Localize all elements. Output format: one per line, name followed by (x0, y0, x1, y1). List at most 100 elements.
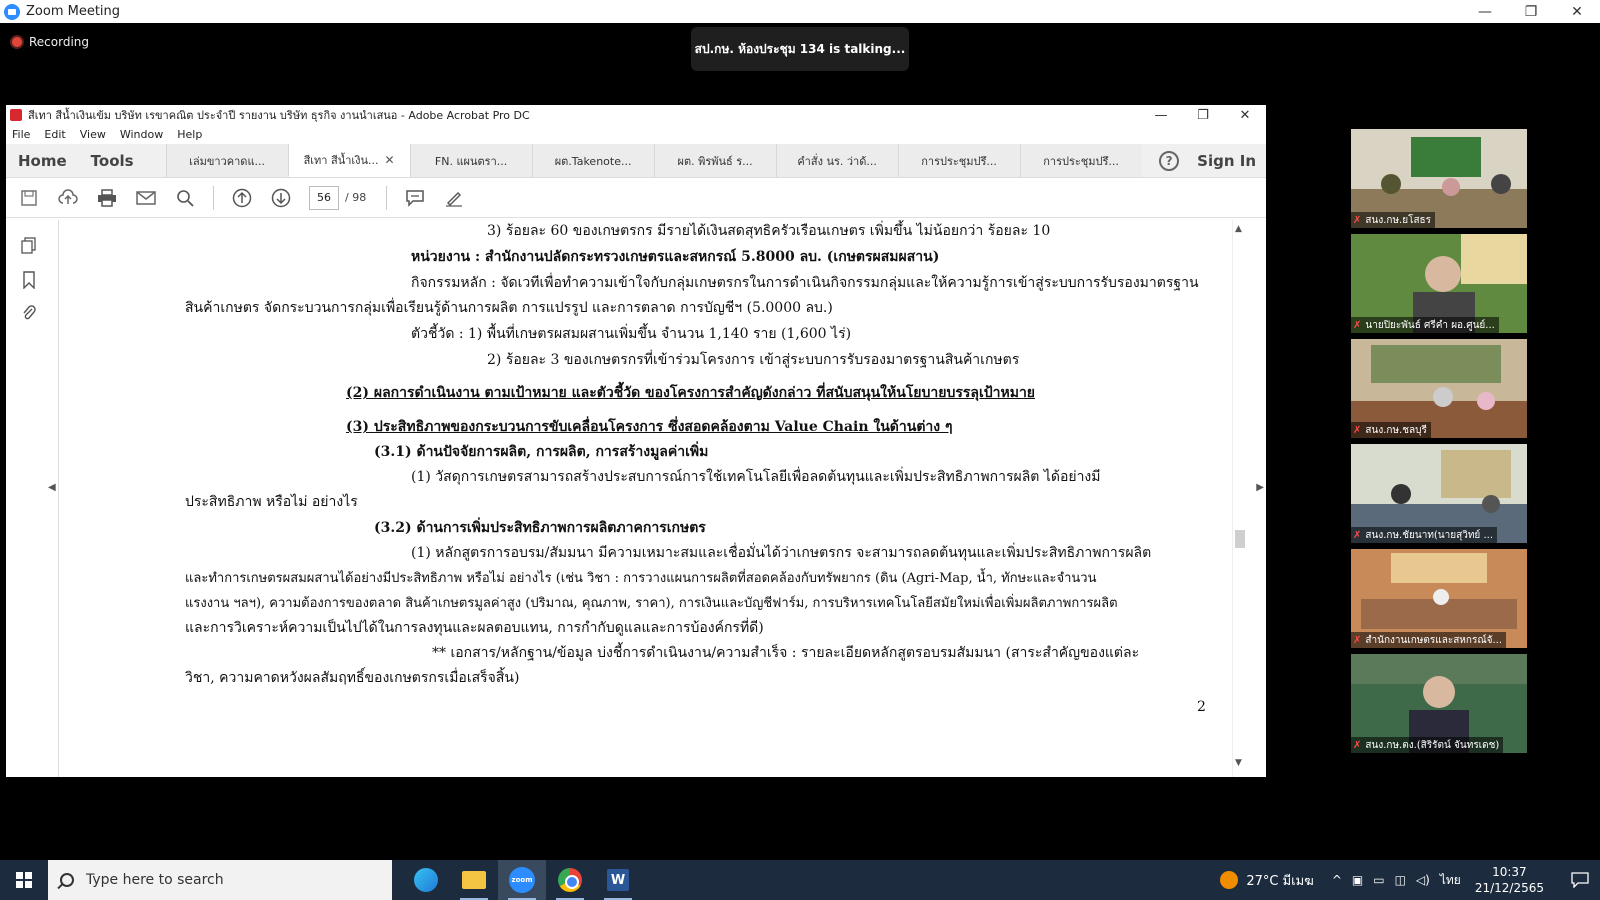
participant-video-tile[interactable]: ✗ สำนักงานเกษตรและสหกรณ์จั... (1351, 549, 1527, 648)
active-speaker-banner: สป.กษ. ห้องประชุม 134 is talking... (691, 27, 909, 71)
page-thumbnails-icon[interactable] (19, 235, 39, 257)
participant-name-label: ✗ สนง.กษ.ยโสธร (1351, 212, 1436, 228)
acrobat-menubar: File Edit View Window Help (6, 125, 1266, 144)
scroll-down-icon[interactable]: ▼ (1235, 758, 1242, 768)
input-language-indicator[interactable]: ไทย (1440, 871, 1461, 890)
participant-video-tile[interactable]: ✗ สนง.กษ.ตง.(สิริรัตน์ จันทรเดช) (1351, 654, 1527, 753)
participant-video-tile[interactable]: ✗ สนง.กษ.ชัยนาท(นายสุวิทย์ ... (1351, 444, 1527, 543)
meet-now-icon[interactable]: ▣ (1352, 873, 1363, 887)
collapse-right-panel-icon[interactable]: ▶ (1256, 482, 1264, 493)
doc-line: กิจกรรมหลัก : จัดเวทีเพื่อทำความเข้าใจกั… (411, 275, 1199, 291)
next-page-icon[interactable] (270, 187, 292, 209)
help-icon[interactable]: ? (1159, 150, 1180, 171)
previous-page-icon[interactable] (231, 187, 253, 209)
participant-video-tile[interactable]: ✗ นายปิยะพันธ์ ศรีคำ ผอ.ศูนย์... (1351, 234, 1527, 333)
doc-line: ** เอกสาร/หลักฐาน/ข้อมูล บ่งชี้การดำเนิน… (432, 645, 1140, 661)
taskbar-search-input[interactable]: Type here to search (48, 860, 392, 900)
pen-sign-icon[interactable] (443, 187, 465, 209)
acrobat-maximize-button[interactable]: ❐ (1182, 105, 1224, 125)
participant-video-tile[interactable]: ✗ สนง.กษ.ชลบุรี (1351, 339, 1527, 438)
zoom-maximize-button[interactable]: ❐ (1508, 0, 1554, 23)
taskbar-clock[interactable]: 10:37 21/12/2565 (1475, 864, 1544, 896)
tab-close-icon[interactable]: ✕ (385, 153, 395, 167)
collapse-left-panel-icon[interactable]: ◀ (48, 482, 56, 493)
taskbar-edge-app[interactable] (402, 860, 450, 900)
zoom-window-controls: — ❐ ✕ (1462, 0, 1600, 23)
taskbar-chrome-app[interactable] (546, 860, 594, 900)
participant-name: สนง.กษ.ตง.(สิริรัตน์ จันทรเดช) (1365, 739, 1500, 751)
print-icon[interactable] (96, 187, 118, 209)
bookmarks-icon[interactable] (19, 269, 39, 291)
upload-cloud-icon[interactable] (57, 187, 79, 209)
zoom-minimize-button[interactable]: — (1462, 0, 1508, 23)
weather-text[interactable]: 27°C มีเมฆ (1246, 870, 1313, 891)
menu-view[interactable]: View (80, 128, 106, 141)
document-tab-active[interactable]: สีเทา สีน้ำเงิน... ✕ (287, 144, 410, 177)
taskbar-explorer-app[interactable] (450, 860, 498, 900)
taskbar-word-app[interactable]: W (594, 860, 642, 900)
comment-icon[interactable] (404, 187, 426, 209)
menu-file[interactable]: File (12, 128, 30, 141)
vertical-scrollbar[interactable]: ▲ ▼ (1232, 220, 1246, 777)
document-tab[interactable]: การประชุมปรึ... (897, 144, 1020, 177)
scroll-up-icon[interactable]: ▲ (1235, 224, 1242, 234)
recording-dot-icon (12, 37, 22, 47)
taskbar-zoom-app[interactable]: zoom (498, 860, 546, 900)
recording-indicator[interactable]: Recording (12, 35, 89, 49)
network-icon[interactable]: ▭ (1373, 873, 1384, 887)
attachments-icon[interactable] (19, 302, 39, 324)
document-tab[interactable]: FN. แผนตรา... (409, 144, 532, 177)
page-number: 2 (1197, 699, 1206, 715)
windows-taskbar: Type here to search zoom W 27°C มีเมฆ ^ … (0, 860, 1600, 900)
document-tab-label: คำสั่ง นร. ว่าด้... (797, 154, 877, 168)
document-tab-label: ผต.Takenote... (554, 154, 632, 168)
acrobat-window-controls: — ❐ ✕ (1140, 105, 1266, 125)
participant-name-label: ✗ นายปิยะพันธ์ ศรีคำ ผอ.ศูนย์... (1351, 317, 1499, 333)
folder-icon (462, 871, 486, 889)
doc-heading: (3) ประสิทธิภาพของกระบวนการขับเคลื่อนโคร… (346, 419, 953, 435)
taskbar-search-placeholder: Type here to search (86, 872, 224, 888)
search-icon[interactable] (174, 187, 196, 209)
menu-edit[interactable]: Edit (44, 128, 65, 141)
acrobat-body: ◀ 3) ร้อยละ 60 ของเกษตรกร มีรายได้เงินสด… (6, 220, 1266, 777)
doc-line: ประสิทธิภาพ หรือไม่ อย่างไร (185, 494, 358, 510)
weather-sun-icon[interactable] (1220, 871, 1239, 889)
home-tab[interactable]: Home (6, 144, 79, 177)
document-tab[interactable]: เล่มขาวคาดแ... (165, 144, 288, 177)
menu-window[interactable]: Window (120, 128, 163, 141)
page-number-input[interactable]: 56 (309, 185, 339, 210)
document-tab[interactable]: ผต. พิรพันธ์ ร... (653, 144, 776, 177)
acrobat-close-button[interactable]: ✕ (1224, 105, 1266, 125)
menu-help[interactable]: Help (177, 128, 202, 141)
doc-line: สินค้าเกษตร จัดกระบวนการกลุ่มเพื่อเรียนร… (185, 300, 833, 316)
doc-subheading: (3.1) ด้านปัจจัยการผลิต, การผลิต, การสร้… (374, 444, 709, 460)
document-tab[interactable]: การประชุมปรึ... (1019, 144, 1142, 177)
document-tab[interactable]: คำสั่ง นร. ว่าด้... (775, 144, 898, 177)
doc-line: (1) หลักสูตรการอบรม/สัมมนา มีความเหมาะสม… (411, 545, 1152, 561)
sign-in-button[interactable]: Sign In (1197, 152, 1256, 170)
acrobat-minimize-button[interactable]: — (1140, 105, 1182, 125)
zoom-close-button[interactable]: ✕ (1554, 0, 1600, 23)
start-button[interactable] (0, 860, 48, 900)
scroll-thumb[interactable] (1235, 530, 1245, 548)
display-icon[interactable]: ◫ (1395, 873, 1406, 887)
tools-tab[interactable]: Tools (79, 144, 146, 177)
document-viewport[interactable]: 3) ร้อยละ 60 ของเกษตรกร มีรายได้เงินสดสุ… (60, 220, 1236, 777)
chevron-up-icon[interactable]: ^ (1332, 873, 1342, 887)
document-tab-label: FN. แผนตรา... (434, 154, 508, 168)
doc-line: หน่วยงาน : สำนักงานปลัดกระทรวงเกษตรและสห… (411, 249, 940, 265)
doc-line: และทำการเกษตรผสมผสานได้อย่างมีประสิทธิภา… (185, 571, 1097, 586)
mic-muted-icon: ✗ (1353, 529, 1362, 541)
participant-name-label: ✗ สนง.กษ.ชัยนาท(นายสุวิทย์ ... (1351, 527, 1498, 543)
participant-name-label: ✗ สนง.กษ.ตง.(สิริรัตน์ จันทรเดช) (1351, 737, 1504, 753)
search-icon (60, 873, 74, 887)
document-tab-label: เล่มขาวคาดแ... (189, 154, 266, 168)
zoom-titlebar: Zoom Meeting — ❐ ✕ (0, 0, 1600, 23)
doc-line: แรงงาน ฯลฯ), ความต้องการของตลาด สินค้าเก… (185, 596, 1118, 611)
volume-icon[interactable]: ◁) (1416, 873, 1430, 887)
participant-video-tile[interactable]: ✗ สนง.กษ.ยโสธร (1351, 129, 1527, 228)
save-icon[interactable] (18, 187, 40, 209)
document-tab[interactable]: ผต.Takenote... (531, 144, 654, 177)
notification-center-icon[interactable] (1560, 872, 1600, 888)
email-icon[interactable] (135, 187, 157, 209)
